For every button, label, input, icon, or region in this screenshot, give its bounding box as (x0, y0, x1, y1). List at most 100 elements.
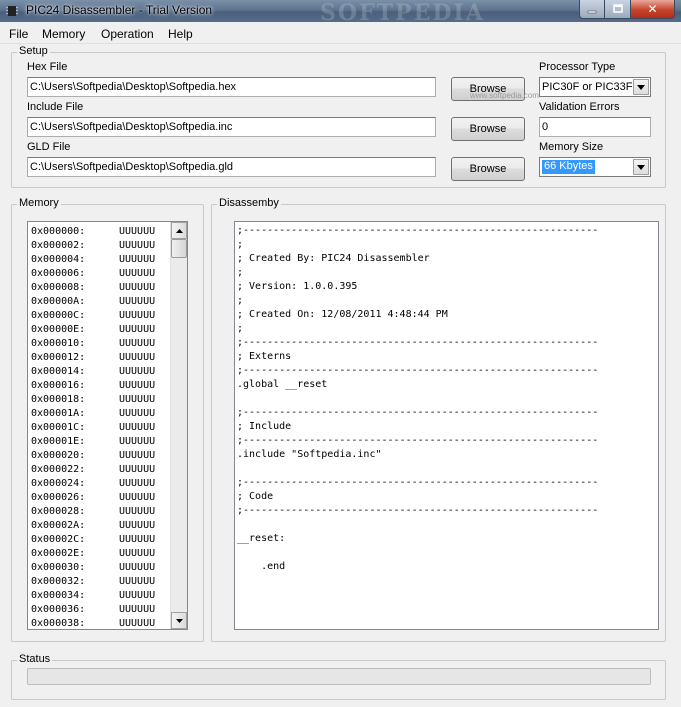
memory-value: UUUUUU (119, 352, 156, 363)
memory-value: UUUUUU (119, 590, 156, 601)
processor-type-label: Processor Type (539, 61, 616, 73)
memory-row[interactable]: 0x00000E: UUUUUU (28, 323, 171, 337)
memory-value: UUUUUU (119, 436, 156, 447)
menu-operation[interactable]: Operation (101, 27, 154, 41)
memory-address: 0x000026: (31, 492, 86, 503)
memory-address: 0x000016: (31, 380, 86, 391)
memory-address: 0x000010: (31, 338, 86, 349)
validation-errors-field[interactable]: 0 (539, 117, 651, 137)
menu-file[interactable]: File (9, 27, 28, 41)
menu-memory[interactable]: Memory (42, 27, 85, 41)
disassembly-text[interactable]: ;---------------------------------------… (234, 221, 659, 630)
processor-type-value: PIC30F or PIC33F (542, 81, 633, 93)
memory-value: UUUUUU (119, 226, 156, 237)
maximize-button[interactable] (605, 0, 631, 19)
memory-row[interactable]: 0x000024: UUUUUU (28, 477, 171, 491)
memory-row[interactable]: 0x00001C: UUUUUU (28, 421, 171, 435)
chevron-down-icon (175, 618, 183, 623)
memory-row[interactable]: 0x000010: UUUUUU (28, 337, 171, 351)
memory-address: 0x000038: (31, 618, 86, 629)
disassembly-line: ; Externs (237, 351, 292, 362)
memory-row[interactable]: 0x000028: UUUUUU (28, 505, 171, 519)
memory-row[interactable]: 0x000034: UUUUUU (28, 589, 171, 603)
memory-row[interactable]: 0x000016: UUUUUU (28, 379, 171, 393)
memory-row[interactable]: 0x000002: UUUUUU (28, 239, 171, 253)
memory-value: UUUUUU (119, 282, 156, 293)
memory-row[interactable]: 0x00000C: UUUUUU (28, 309, 171, 323)
memory-row[interactable]: 0x000000: UUUUUU (28, 225, 171, 239)
window-title: PIC24 Disassembler - Trial Version (26, 3, 213, 17)
memory-value: UUUUUU (119, 408, 156, 419)
disassembly-line: ;---------------------------------------… (237, 477, 599, 488)
memory-row[interactable]: 0x000006: UUUUUU (28, 267, 171, 281)
menu-bar: File Memory Operation Help (0, 22, 681, 44)
close-button[interactable]: ✕ (631, 0, 675, 19)
disassembly-line: ; Created By: PIC24 Disassembler (237, 253, 430, 264)
disassembly-line: .include "Softpedia.inc" (237, 449, 382, 460)
memory-row[interactable]: 0x000032: UUUUUU (28, 575, 171, 589)
memory-row[interactable]: 0x000014: UUUUUU (28, 365, 171, 379)
hex-file-label: Hex File (27, 61, 68, 73)
memory-address: 0x00002A: (31, 520, 86, 531)
memory-address: 0x000002: (31, 240, 86, 251)
scroll-down-button[interactable] (171, 612, 187, 629)
memory-row[interactable]: 0x000030: UUUUUU (28, 561, 171, 575)
disassembly-line: ;---------------------------------------… (237, 225, 599, 236)
memory-size-select[interactable]: 66 Kbytes (539, 157, 651, 177)
memory-value: UUUUUU (119, 394, 156, 405)
memory-row[interactable]: 0x000036: UUUUUU (28, 603, 171, 617)
memory-row[interactable]: 0x00000A: UUUUUU (28, 295, 171, 309)
gld-browse-button[interactable]: Browse (451, 157, 525, 181)
memory-row[interactable]: 0x000018: UUUUUU (28, 393, 171, 407)
memory-row[interactable]: 0x000026: UUUUUU (28, 491, 171, 505)
validation-errors-label: Validation Errors (539, 101, 620, 113)
memory-row[interactable]: 0x000008: UUUUUU (28, 281, 171, 295)
memory-rows: 0x000000: UUUUUU 0x000002: UUUUUU 0x000004: U… (28, 225, 171, 629)
memory-scrollbar[interactable] (170, 222, 187, 629)
memory-address: 0x000006: (31, 268, 86, 279)
memory-value: UUUUUU (119, 450, 156, 461)
scroll-thumb[interactable] (171, 239, 187, 258)
chevron-down-icon[interactable] (633, 79, 649, 95)
memory-row[interactable]: 0x000038: UUUUUU (28, 617, 171, 629)
memory-row[interactable]: 0x00002E: UUUUUU (28, 547, 171, 561)
memory-value: UUUUUU (119, 296, 156, 307)
disassembly-line (237, 392, 658, 406)
memory-row[interactable]: 0x000004: UUUUUU (28, 253, 171, 267)
memory-address: 0x000028: (31, 506, 86, 517)
memory-address: 0x000030: (31, 562, 86, 573)
chevron-down-icon[interactable] (633, 159, 649, 175)
memory-value: UUUUUU (119, 506, 156, 517)
hex-file-field[interactable]: C:\Users\Softpedia\Desktop\Softpedia.hex (27, 77, 436, 97)
memory-list[interactable]: 0x000000: UUUUUU 0x000002: UUUUUU 0x000004: U… (27, 221, 188, 630)
close-icon: ✕ (647, 2, 658, 16)
memory-row[interactable]: 0x00002A: UUUUUU (28, 519, 171, 533)
scroll-up-button[interactable] (171, 222, 187, 239)
memory-row[interactable]: 0x000020: UUUUUU (28, 449, 171, 463)
menu-help[interactable]: Help (168, 27, 193, 41)
minimize-button[interactable] (579, 0, 605, 19)
include-browse-button[interactable]: Browse (451, 117, 525, 141)
processor-type-select[interactable]: PIC30F or PIC33F (539, 77, 651, 97)
memory-address: 0x00001C: (31, 422, 86, 433)
memory-size-label: Memory Size (539, 141, 604, 153)
memory-row[interactable]: 0x00002C: UUUUUU (28, 533, 171, 547)
memory-value: UUUUUU (119, 604, 156, 615)
disassembly-line: ; Include (237, 421, 292, 432)
memory-address: 0x00001A: (31, 408, 86, 419)
memory-address: 0x000032: (31, 576, 86, 587)
gld-file-field[interactable]: C:\Users\Softpedia\Desktop\Softpedia.gld (27, 157, 436, 177)
disassembly-line: ;---------------------------------------… (237, 505, 599, 516)
memory-address: 0x00002E: (31, 548, 86, 559)
memory-row[interactable]: 0x000012: UUUUUU (28, 351, 171, 365)
include-file-label: Include File (27, 101, 84, 113)
include-file-field[interactable]: C:\Users\Softpedia\Desktop\Softpedia.inc (27, 117, 436, 137)
memory-row[interactable]: 0x00001E: UUUUUU (28, 435, 171, 449)
memory-value: UUUUUU (119, 380, 156, 391)
disassembly-line: ; (237, 267, 244, 278)
chevron-up-icon (175, 228, 183, 233)
disassembly-line: ; (237, 239, 244, 250)
memory-value: UUUUUU (119, 422, 156, 433)
memory-row[interactable]: 0x00001A: UUUUUU (28, 407, 171, 421)
memory-row[interactable]: 0x000022: UUUUUU (28, 463, 171, 477)
